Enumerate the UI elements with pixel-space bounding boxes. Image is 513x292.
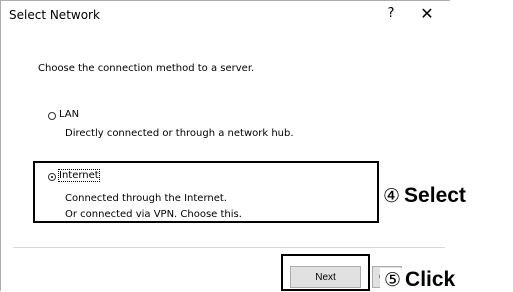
- select-network-dialog: Select Network ? ✕ Choose the connection…: [0, 0, 450, 291]
- select-annotation-text: Select: [404, 184, 466, 207]
- select-highlight-box: [33, 161, 379, 223]
- click-highlight-box: [281, 254, 370, 291]
- close-button[interactable]: ✕: [417, 4, 437, 23]
- select-annotation: ④ Select: [383, 184, 466, 208]
- prompt-text: Choose the connection method to a server…: [38, 63, 255, 74]
- help-button[interactable]: ?: [384, 6, 398, 21]
- window-title: Select Network: [9, 8, 100, 22]
- lan-description: Directly connected or through a network …: [65, 128, 294, 139]
- title-bar: Select Network ? ✕: [1, 1, 450, 30]
- step-5-number: ⑤: [384, 269, 402, 291]
- step-4-number: ④: [383, 185, 401, 207]
- click-annotation: ⑤ Click: [380, 268, 456, 292]
- click-annotation-text: Click: [405, 268, 456, 291]
- lan-radio-button[interactable]: [48, 112, 56, 120]
- lan-radio-label[interactable]: LAN: [59, 109, 79, 120]
- button-separator: [13, 247, 445, 248]
